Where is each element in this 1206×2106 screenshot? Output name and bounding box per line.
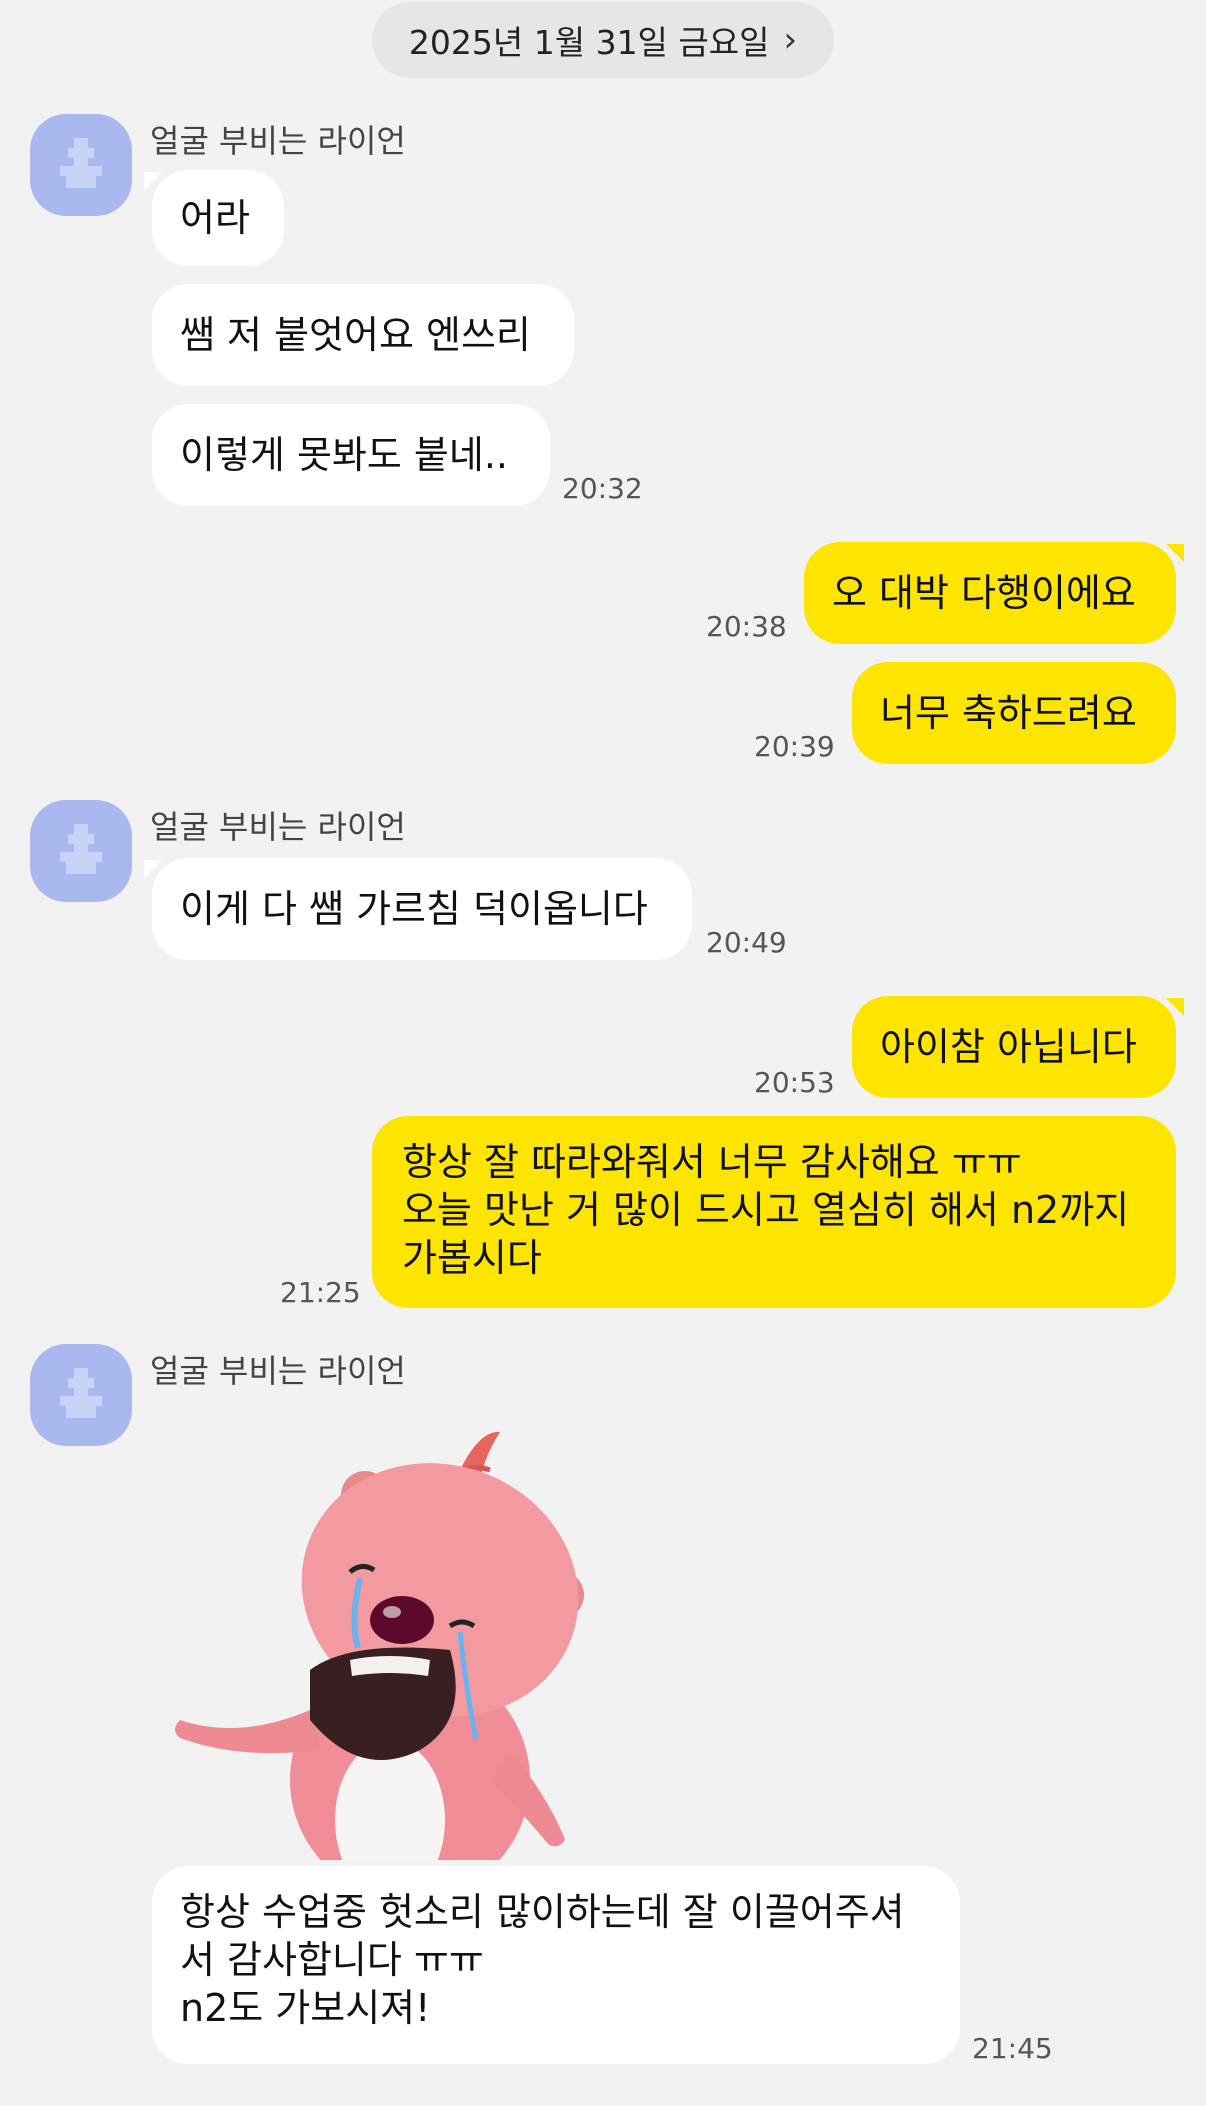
sticker-image <box>175 1431 584 1900</box>
message-bubble-incoming[interactable]: 이게 다 쌤 가르침 덕이옵니다 <box>152 858 692 960</box>
message-time: 20:53 <box>754 1066 835 1099</box>
message-text-line: n2도 가보시져! <box>180 1986 431 2030</box>
date-header[interactable]: 2025년 1월 31일 금요일 › <box>372 2 834 78</box>
message-text-line: 가봅시다 <box>402 1236 542 1280</box>
chevron-right-icon: › <box>783 20 798 60</box>
default-profile-icon <box>60 824 102 874</box>
message-text-line: 항상 수업중 헛소리 많이하는데 잘 이끌어주셔 <box>180 1890 905 1934</box>
message-time: 20:32 <box>562 472 643 505</box>
message-text: 오 대박 다행이에요 <box>832 571 1136 615</box>
message-time: 21:25 <box>280 1276 361 1309</box>
message-text-line: 오늘 맛난 거 많이 드시고 열심히 해서 n2까지 <box>402 1188 1130 1232</box>
message-text: 너무 축하드려요 <box>880 691 1137 735</box>
message-bubble-incoming[interactable]: 쌤 저 붙엇어요 엔쓰리 <box>152 284 574 386</box>
message-bubble-outgoing[interactable]: 항상 잘 따라와줘서 너무 감사해요 ㅠㅠ 오늘 맛난 거 많이 드시고 열심히… <box>372 1116 1176 1308</box>
message-bubble-outgoing[interactable]: 아이참 아닙니다 <box>852 996 1176 1098</box>
message-text: 어라 <box>180 196 250 240</box>
sender-name: 얼굴 부비는 라이언 <box>150 808 406 846</box>
message-time: 20:49 <box>706 926 787 959</box>
message-text: 아이참 아닙니다 <box>880 1025 1137 1069</box>
message-text: 이게 다 쌤 가르침 덕이옵니다 <box>180 887 648 931</box>
avatar[interactable] <box>30 800 132 902</box>
bubble-tail <box>1166 998 1184 1016</box>
avatar[interactable] <box>30 114 132 216</box>
message-text-line: 서 감사합니다 ㅠㅠ <box>180 1938 484 1982</box>
message-time: 20:38 <box>706 610 787 643</box>
message-bubble-incoming[interactable]: 항상 수업중 헛소리 많이하는데 잘 이끌어주셔 서 감사합니다 ㅠㅠ n2도 … <box>152 1866 960 2064</box>
message-bubble-outgoing[interactable]: 오 대박 다행이에요 <box>804 542 1176 644</box>
crying-beaver-sticker[interactable] <box>160 1420 600 1900</box>
message-bubble-outgoing[interactable]: 너무 축하드려요 <box>852 662 1176 764</box>
message-text-line: 항상 잘 따라와줘서 너무 감사해요 ㅠㅠ <box>402 1140 1022 1184</box>
message-bubble-incoming[interactable]: 어라 <box>152 170 284 266</box>
default-profile-icon <box>60 1368 102 1418</box>
message-text: 이렇게 못봐도 붙네.. <box>180 433 508 477</box>
message-time: 20:39 <box>754 730 835 763</box>
message-bubble-incoming[interactable]: 이렇게 못봐도 붙네.. <box>152 404 550 506</box>
sender-name: 얼굴 부비는 라이언 <box>150 122 406 160</box>
message-time: 21:45 <box>972 2032 1053 2065</box>
sender-name: 얼굴 부비는 라이언 <box>150 1352 406 1390</box>
date-label: 2025년 1월 31일 금요일 <box>408 23 770 62</box>
message-text: 쌤 저 붙엇어요 엔쓰리 <box>180 313 531 357</box>
default-profile-icon <box>60 138 102 188</box>
bubble-tail <box>1166 544 1184 562</box>
avatar[interactable] <box>30 1344 132 1446</box>
